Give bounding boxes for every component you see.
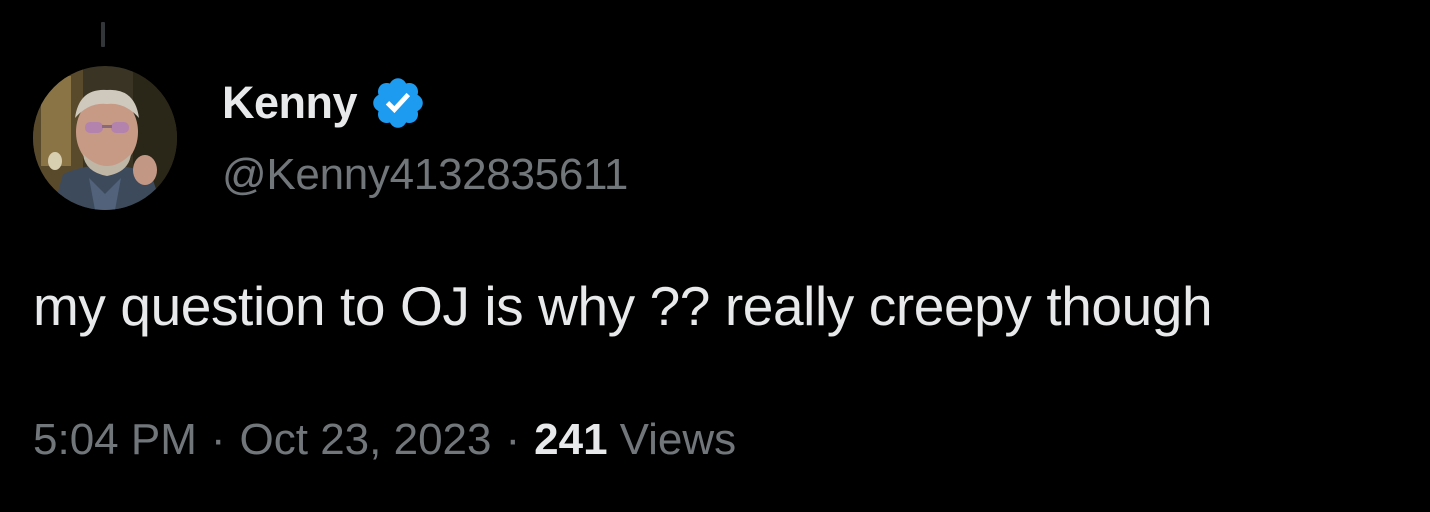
user-handle[interactable]: @Kenny4132835611 [222, 146, 628, 204]
tweet-time[interactable]: 5:04 PM [33, 410, 197, 470]
tweet-date[interactable]: Oct 23, 2023 [240, 410, 492, 470]
verified-badge-icon[interactable] [369, 74, 427, 132]
avatar[interactable] [33, 66, 177, 210]
avatar-image [33, 66, 177, 210]
meta-separator: · [505, 415, 521, 464]
display-name[interactable]: Kenny [222, 74, 358, 132]
views-count[interactable]: 241 [534, 410, 607, 470]
views-label[interactable]: Views [620, 410, 737, 470]
author-name-row[interactable]: Kenny [222, 74, 427, 132]
tweet-meta: 5:04 PM · Oct 23, 2023 · 241 Views [33, 410, 736, 470]
thread-connector-line [101, 22, 105, 47]
meta-separator: · [210, 415, 226, 464]
tweet-text: my question to OJ is why ?? really creep… [33, 275, 1213, 337]
